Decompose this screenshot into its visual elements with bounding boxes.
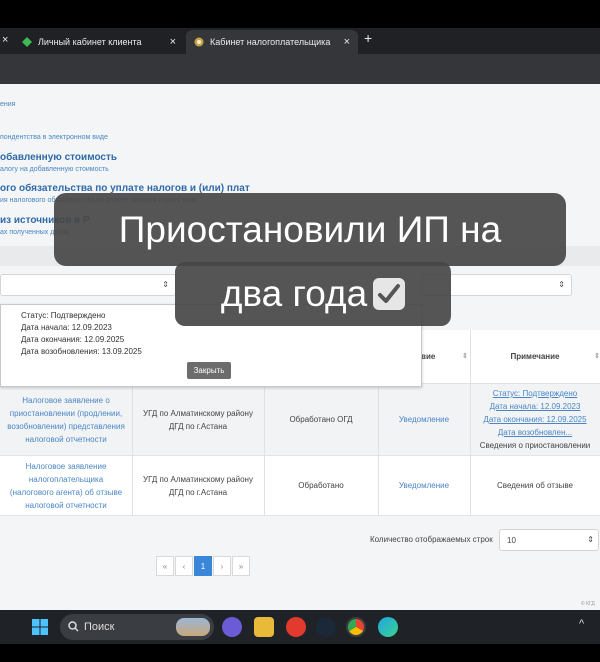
document-link[interactable]: Налоговое заявление о приостановлении (п… bbox=[0, 384, 132, 455]
tab-label: Кабинет налогоплательщика bbox=[210, 37, 331, 47]
caption-line-2: два года bbox=[175, 262, 451, 326]
popup-close-button[interactable]: Закрыть bbox=[187, 362, 231, 379]
note-start-link[interactable]: Дата начала: 12.09.2023 bbox=[490, 400, 581, 413]
windows-start-icon[interactable] bbox=[32, 619, 48, 635]
page-last-button[interactable]: » bbox=[232, 556, 250, 576]
note-cell: Сведения об отзыве bbox=[497, 481, 573, 490]
tab-close-icon[interactable]: × bbox=[170, 36, 176, 48]
pagination: « ‹ 1 › » bbox=[156, 556, 251, 576]
page-first-button[interactable]: « bbox=[156, 556, 174, 576]
page-next-button[interactable]: › bbox=[213, 556, 231, 576]
popup-resume-date: Дата возобновления: 13.09.2025 bbox=[21, 347, 142, 356]
new-tab-button[interactable]: + bbox=[364, 30, 372, 46]
check-mark-icon bbox=[373, 278, 406, 310]
meet-app-icon[interactable] bbox=[222, 617, 242, 637]
filter-select[interactable]: ⇕ bbox=[0, 274, 176, 296]
note-cell: Статус: Подтверждено Дата начала: 12.09.… bbox=[470, 384, 600, 455]
notification-link[interactable]: Уведомление bbox=[378, 456, 470, 515]
sort-icon[interactable]: ⇕ bbox=[462, 352, 468, 360]
bottom-bar bbox=[0, 644, 600, 662]
tab-taxpayer-cabinet[interactable]: Кабинет налогоплательщика × bbox=[186, 30, 358, 54]
rows-count-label: Количество отображаемых строк bbox=[370, 535, 493, 544]
tab-client-cabinet[interactable]: Личный кабинет клиента × bbox=[14, 30, 184, 54]
footer-copyright: © КГД bbox=[581, 601, 595, 607]
notification-link[interactable]: Уведомление bbox=[378, 384, 470, 455]
steam-icon[interactable] bbox=[316, 617, 336, 637]
state-cell: Обработано bbox=[298, 481, 344, 490]
note-extra: Сведения о приостановлении bbox=[479, 441, 591, 450]
emblem-icon bbox=[194, 37, 204, 47]
tab-label: Личный кабинет клиента bbox=[38, 37, 142, 47]
taskbar-search-label: Поиск bbox=[84, 621, 115, 633]
sort-icon[interactable]: ⇕ bbox=[594, 352, 600, 360]
taskbar-search[interactable]: Поиск bbox=[60, 614, 214, 640]
table-row: Налоговое заявление налогоплательщика (н… bbox=[0, 456, 600, 516]
search-highlight-icon bbox=[176, 618, 210, 636]
state-cell: Обработано ОГД bbox=[289, 415, 353, 424]
note-status-link[interactable]: Статус: Подтверждено bbox=[493, 387, 577, 400]
edge-icon[interactable] bbox=[378, 617, 398, 637]
note-resume-link[interactable]: Дата возобновлен... bbox=[498, 426, 572, 439]
caption-text: два года bbox=[220, 273, 368, 314]
document-link[interactable]: Налоговое заявление налогоплательщика (н… bbox=[0, 456, 132, 515]
yandex-browser-icon[interactable] bbox=[286, 617, 306, 637]
org-cell: УГД по Алматинскому району ДГД по г.Аста… bbox=[143, 474, 253, 497]
chevron-updown-icon: ⇕ bbox=[162, 280, 169, 289]
table-row: Налоговое заявление о приостановлении (п… bbox=[0, 384, 600, 456]
chevron-updown-icon: ⇕ bbox=[587, 535, 594, 544]
page-current-button[interactable]: 1 bbox=[194, 556, 212, 576]
menu-heading[interactable]: обавленную стоимость bbox=[0, 152, 117, 163]
tab-close-icon[interactable]: × bbox=[344, 36, 350, 48]
rows-count-value: 10 bbox=[507, 536, 516, 545]
page-prev-button[interactable]: ‹ bbox=[175, 556, 193, 576]
menu-link[interactable]: алогу на добавленную стоимость bbox=[0, 166, 109, 173]
popup-status: Статус: Подтверждено bbox=[21, 311, 106, 320]
menu-link[interactable]: пондентства в электронном виде bbox=[0, 134, 108, 141]
screen: × Личный кабинет клиента × Кабинет налог… bbox=[0, 0, 600, 662]
column-divider bbox=[264, 384, 265, 516]
column-divider bbox=[470, 330, 471, 516]
popup-end-date: Дата окончания: 12.09.2025 bbox=[21, 335, 125, 344]
chevron-up-icon[interactable]: ^ bbox=[579, 618, 584, 630]
browser-toolbar bbox=[0, 54, 600, 84]
note-end-link[interactable]: Дата окончания: 12.09.2025 bbox=[483, 413, 586, 426]
prev-tab-close-icon[interactable]: × bbox=[2, 34, 8, 46]
caption-line-1: Приостановили ИП на bbox=[54, 193, 566, 266]
popup-start-date: Дата начала: 12.09.2023 bbox=[21, 323, 112, 332]
chevron-updown-icon: ⇕ bbox=[558, 280, 565, 289]
rows-count-select[interactable]: 10 ⇕ bbox=[499, 529, 599, 551]
file-explorer-icon[interactable] bbox=[254, 617, 274, 637]
column-header-note[interactable]: Примечание bbox=[470, 330, 600, 383]
taskbar: Поиск ^ bbox=[0, 610, 600, 644]
menu-link[interactable]: ения bbox=[0, 101, 15, 108]
browser-tab-bar: × Личный кабинет клиента × Кабинет налог… bbox=[0, 28, 600, 54]
org-cell: УГД по Алматинскому району ДГД по г.Аста… bbox=[143, 408, 253, 431]
chrome-icon[interactable] bbox=[346, 617, 366, 637]
diamond-icon bbox=[22, 37, 32, 47]
column-divider bbox=[132, 384, 133, 516]
search-icon bbox=[68, 621, 79, 632]
